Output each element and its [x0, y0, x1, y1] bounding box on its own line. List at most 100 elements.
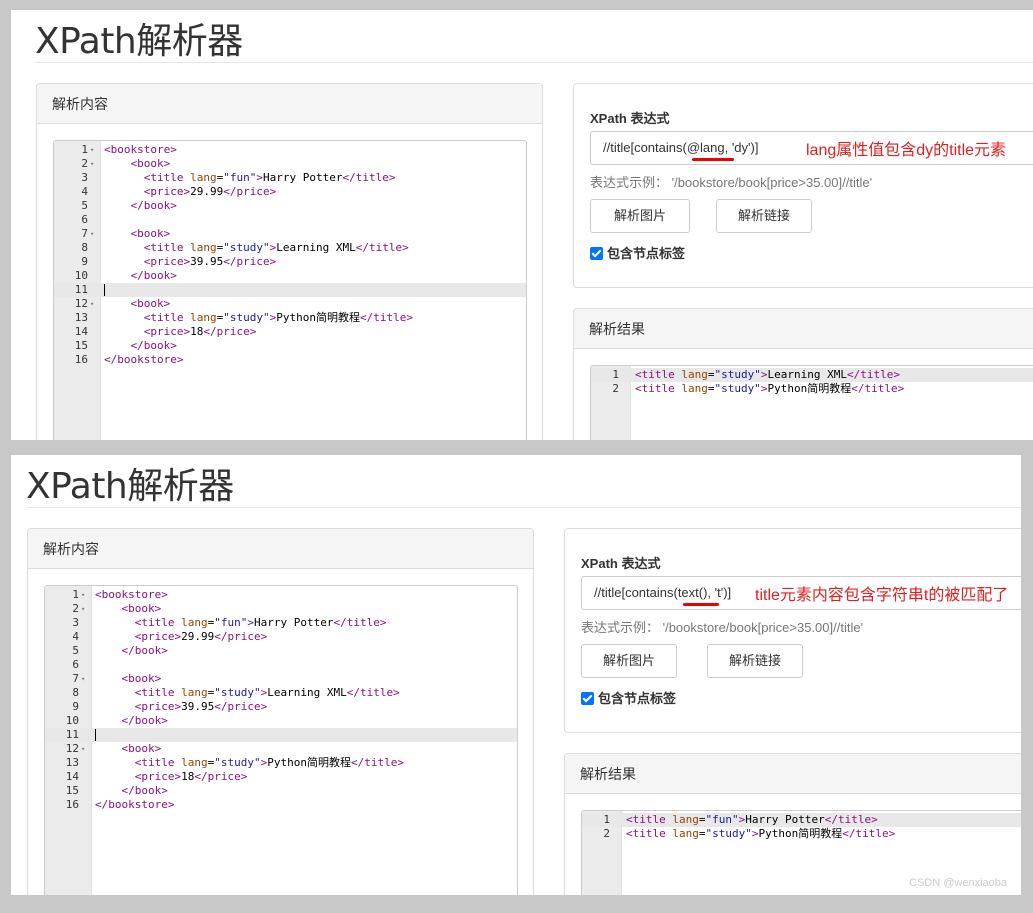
include-tags-checkbox[interactable]	[581, 692, 594, 705]
line-number: 2	[81, 157, 88, 170]
line-number: 16	[65, 798, 79, 811]
xpath-example: 表达式示例： '/bookstore/book[price>35.00]//ti…	[590, 175, 873, 190]
fold-toggle-icon[interactable]: ▾	[81, 672, 89, 686]
code-line: 8 <title lang="study">Learning XML</titl…	[45, 686, 517, 700]
code-line: 1 <title lang="fun">Harry Potter</title>	[582, 813, 1021, 827]
xpath-value: //title[contains(text(), 't')]	[594, 585, 732, 600]
code-text: <title lang="study">Learning XML</title>	[143, 241, 409, 254]
code-line: 6	[45, 658, 517, 672]
fold-toggle-icon[interactable]: ▾	[90, 227, 98, 241]
annotation-note: title元素内容包含字符串t的被匹配了	[755, 587, 1009, 604]
title-divider	[26, 507, 1021, 508]
parse-link-button[interactable]: 解析链接	[716, 199, 812, 233]
code-text: <title lang="fun">Harry Potter</title>	[626, 813, 878, 826]
fold-toggle-icon[interactable]: ▾	[81, 602, 89, 616]
code-line: 15 </book>	[54, 339, 526, 353]
code-text: <title lang="study">Python简明教程</title>	[134, 756, 404, 769]
source-editor[interactable]: 1 ▾ <bookstore> 2 ▾ <book> 3 <title lang="fun…	[53, 140, 527, 440]
line-number: 14	[65, 770, 79, 783]
code-text: </book>	[121, 714, 168, 727]
include-tags-option[interactable]: 包含节点标签	[590, 243, 685, 262]
xpath-example: 表达式示例： '/bookstore/book[price>35.00]//ti…	[581, 620, 864, 635]
line-number: 2	[612, 382, 619, 395]
code-line: 11	[54, 283, 526, 297]
result-panel-heading: 解析结果	[574, 309, 1033, 349]
parse-link-button[interactable]: 解析链接	[707, 644, 803, 678]
line-number: 9	[81, 255, 88, 268]
code-text: </book>	[130, 269, 177, 282]
line-number: 13	[74, 311, 88, 324]
code-text: <price>39.95</price>	[134, 700, 268, 713]
xpath-panel: XPath 表达式 //title[contains(@lang, 'dy')]…	[573, 83, 1033, 288]
source-editor[interactable]: 1 ▾ <bookstore> 2 ▾ <book> 3 <title lang="fun…	[44, 585, 518, 895]
line-number: 10	[65, 714, 79, 727]
code-line: 9 <price>39.95</price>	[54, 255, 526, 269]
code-text: <book>	[130, 227, 171, 240]
line-number: 6	[81, 213, 88, 226]
code-text: <title lang="study">Python简明教程</title>	[635, 382, 905, 395]
code-line: 1 <title lang="study">Learning XML</title…	[591, 368, 1033, 382]
code-text: <book>	[130, 297, 171, 310]
code-text: <title lang="study">Python简明教程</title>	[626, 827, 896, 840]
xpath-panel: XPath 表达式 //title[contains(text(), 't')]…	[564, 528, 1021, 733]
code-line: 2 ▾ <book>	[54, 157, 526, 171]
source-panel-heading: 解析内容	[37, 84, 542, 124]
line-number: 15	[65, 784, 79, 797]
code-text: <title lang="study">Learning XML</title>	[134, 686, 400, 699]
code-line: 3 <title lang="fun">Harry Potter</title>	[54, 171, 526, 185]
code-text: <title lang="study">Learning XML</title>	[635, 368, 900, 381]
include-tags-checkbox[interactable]	[590, 247, 603, 260]
code-text	[104, 283, 105, 297]
result-panel-heading: 解析结果	[565, 754, 1021, 794]
line-number: 8	[72, 686, 79, 699]
line-number: 3	[72, 616, 79, 629]
line-number: 13	[65, 756, 79, 769]
title-divider	[35, 62, 1033, 63]
result-editor[interactable]: 1 <title lang="study">Learning XML</title…	[590, 365, 1033, 440]
code-line: 3 <title lang="fun">Harry Potter</title>	[45, 616, 517, 630]
code-line: 16 </bookstore>	[45, 798, 517, 812]
result-code: 1 <title lang="fun">Harry Potter</title> 2…	[582, 813, 1021, 841]
line-number: 3	[81, 171, 88, 184]
include-tags-label: 包含节点标签	[607, 246, 686, 261]
code-line: 4 <price>29.99</price>	[54, 185, 526, 199]
code-line: 12 ▾ <book>	[54, 297, 526, 311]
code-line: 9 <price>39.95</price>	[45, 700, 517, 714]
line-number: 16	[74, 353, 88, 366]
parse-image-button[interactable]: 解析图片	[581, 644, 677, 678]
source-code: 1 ▾ <bookstore> 2 ▾ <book> 3 <title lang="fun…	[54, 143, 526, 367]
code-text: <book>	[130, 157, 171, 170]
annotation-note: lang属性值包含dy的title元素	[806, 142, 1007, 159]
highlight-underline	[692, 158, 734, 161]
result-panel: 解析结果 1 <title lang="fun">Harry Potter</ti…	[564, 753, 1021, 895]
fold-toggle-icon[interactable]: ▾	[81, 588, 89, 602]
code-line: 13 <title lang="study">Python简明教程</title…	[45, 756, 517, 770]
parse-image-button[interactable]: 解析图片	[590, 199, 690, 233]
code-line: 2 ▾ <book>	[45, 602, 517, 616]
source-panel-heading: 解析内容	[28, 529, 533, 569]
line-number: 10	[74, 269, 88, 282]
source-panel: 解析内容 1 ▾ <bookstore> 2 ▾ <book> 3 <title lang…	[27, 528, 534, 895]
code-text: <price>29.99</price>	[143, 185, 277, 198]
line-number: 2	[603, 827, 610, 840]
line-number: 1	[72, 588, 79, 601]
include-tags-label: 包含节点标签	[598, 691, 677, 706]
fold-toggle-icon[interactable]: ▾	[90, 157, 98, 171]
code-text: <book>	[121, 602, 162, 615]
code-text: </bookstore>	[104, 353, 184, 366]
fold-toggle-icon[interactable]: ▾	[90, 143, 98, 157]
highlight-underline	[683, 603, 719, 606]
code-line: 6	[54, 213, 526, 227]
code-line: 8 <title lang="study">Learning XML</titl…	[54, 241, 526, 255]
code-line: 12 ▾ <book>	[45, 742, 517, 756]
fold-toggle-icon[interactable]: ▾	[90, 297, 98, 311]
result-code: 1 <title lang="study">Learning XML</title…	[591, 368, 1033, 396]
code-text: <bookstore>	[95, 588, 168, 601]
include-tags-option[interactable]: 包含节点标签	[581, 688, 676, 707]
fold-toggle-icon[interactable]: ▾	[81, 742, 89, 756]
page-title: XPath解析器	[35, 21, 243, 62]
code-line: 13 <title lang="study">Python简明教程</title…	[54, 311, 526, 325]
line-number: 6	[72, 658, 79, 671]
code-text: <book>	[121, 672, 162, 685]
code-line: 5 </book>	[54, 199, 526, 213]
